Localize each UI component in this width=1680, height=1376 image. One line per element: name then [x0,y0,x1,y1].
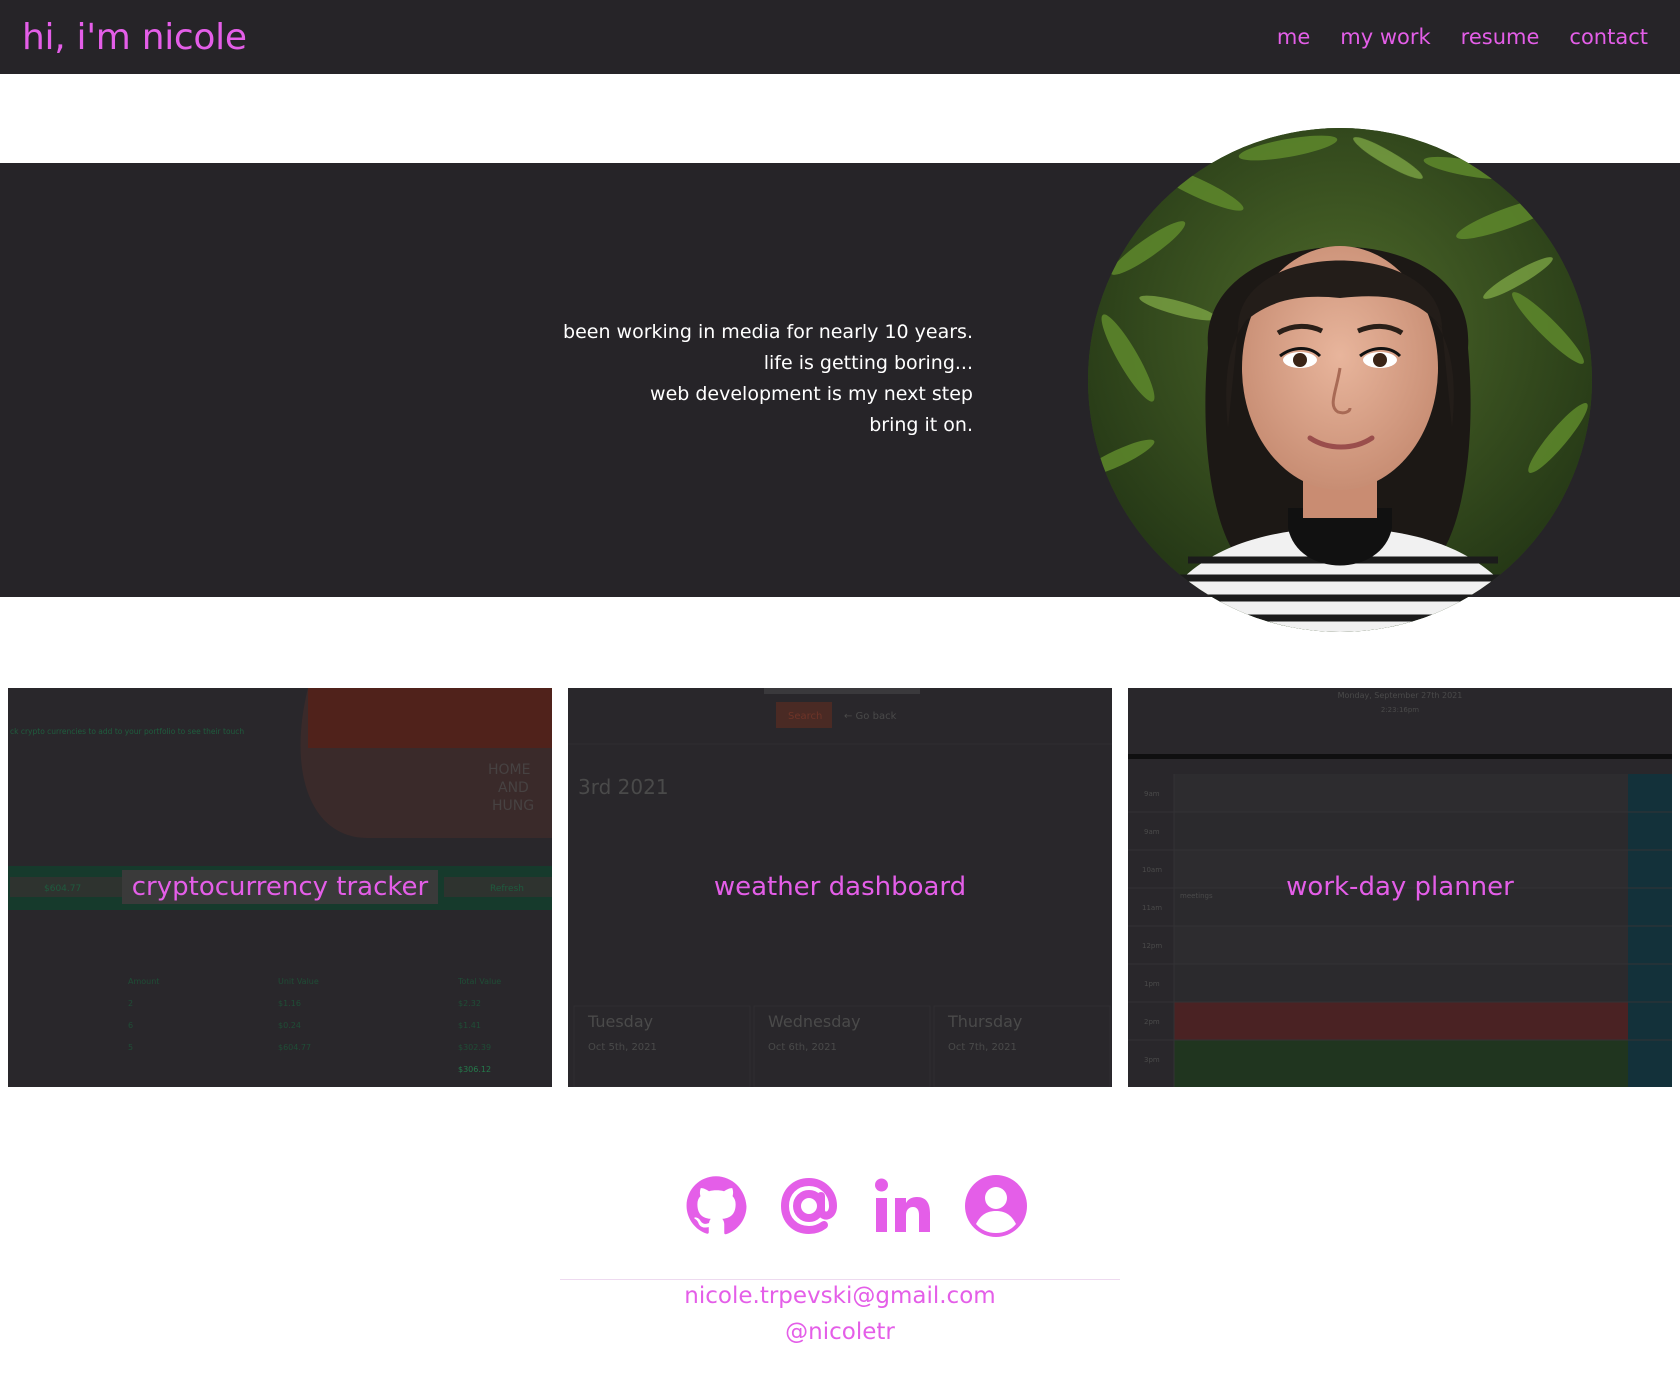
at-icon[interactable] [777,1174,841,1238]
email-link[interactable]: nicole.trpevski@gmail.com [560,1283,1120,1309]
planner-hour: 11am [1142,904,1162,912]
portrait-illustration [1088,128,1592,632]
bio-line: web development is my next step [650,383,973,405]
bio-line: bring it on. [869,414,973,436]
social-links [684,1174,1028,1240]
projects-section: ck crypto currencies to add to your port… [8,688,1672,1087]
top-navbar: hi, i'm nicole me my work resume contact [0,0,1680,74]
crypto-prompt-text: ck crypto currencies to add to your port… [10,727,244,736]
crypto-cell: $1.16 [278,999,301,1008]
weather-day: Tuesday [587,1012,653,1031]
bio-line: life is getting boring... [763,352,973,374]
sign-text: HUNG [492,798,534,814]
github-icon[interactable] [684,1174,747,1238]
planner-hour: 9am [1144,828,1160,836]
planner-hour: 2pm [1144,1018,1160,1026]
contact-divider [560,1279,1120,1280]
nav-link-my-work[interactable]: my work [1340,25,1430,49]
weather-search-button: Search [788,711,822,722]
social-handle[interactable]: @nicoletr [560,1319,1120,1345]
site-title[interactable]: hi, i'm nicole [22,17,247,58]
weather-day-date: Oct 5th, 2021 [588,1042,657,1053]
nav-link-resume[interactable]: resume [1461,25,1540,49]
project-card-cryptocurrency-tracker[interactable]: ck crypto currencies to add to your port… [8,688,552,1087]
weather-day: Thursday [947,1012,1022,1031]
nav-link-me[interactable]: me [1277,25,1310,49]
bio-text: been working in media for nearly 10 year… [373,317,973,441]
project-title: work-day planner [1286,872,1514,902]
sign-text: HOME [488,762,530,778]
weather-date: 3rd 2021 [578,775,669,799]
profile-photo [1088,128,1592,632]
crypto-cell: $2.32 [458,999,481,1008]
project-card-weather-dashboard[interactable]: Search ← Go back 3rd 2021 Tuesday Oct 5t… [568,688,1112,1087]
crypto-cell: $1.41 [458,1021,481,1030]
crypto-cell: $302.39 [458,1043,491,1052]
planner-date: Monday, September 27th 2021 [1338,691,1463,700]
crypto-sum: $306.12 [458,1065,491,1074]
planner-hour: 3pm [1144,1056,1160,1064]
crypto-cell: 5 [128,1043,133,1052]
bio-line: been working in media for nearly 10 year… [563,321,973,343]
crypto-header: Total Value [457,977,501,986]
project-card-work-day-planner[interactable]: Monday, September 27th 2021 2:23:16pm 9a… [1128,688,1672,1087]
crypto-cell: $0.24 [278,1021,301,1030]
crypto-cell: 6 [128,1021,133,1030]
planner-hour: 1pm [1144,980,1160,988]
linkedin-icon[interactable] [871,1174,934,1238]
weather-day-date: Oct 7th, 2021 [948,1042,1017,1053]
weather-go-back: ← Go back [844,711,897,722]
sign-text: AND [498,780,529,796]
crypto-header: Amount [128,977,159,986]
planner-hour: 9am [1144,790,1160,798]
planner-time: 2:23:16pm [1381,706,1419,714]
crypto-cell: 2 [128,999,133,1008]
weather-day-date: Oct 6th, 2021 [768,1042,837,1053]
project-title: weather dashboard [713,872,967,902]
crypto-header: Unit Value [278,977,319,986]
crypto-cell: $604.77 [278,1043,311,1052]
main-nav: me my work resume contact [1277,25,1648,49]
planner-hour: 12pm [1142,942,1162,950]
user-icon[interactable] [964,1174,1028,1238]
project-title: cryptocurrency tracker [8,870,552,904]
weather-day: Wednesday [768,1012,861,1031]
nav-link-contact[interactable]: contact [1569,25,1648,49]
